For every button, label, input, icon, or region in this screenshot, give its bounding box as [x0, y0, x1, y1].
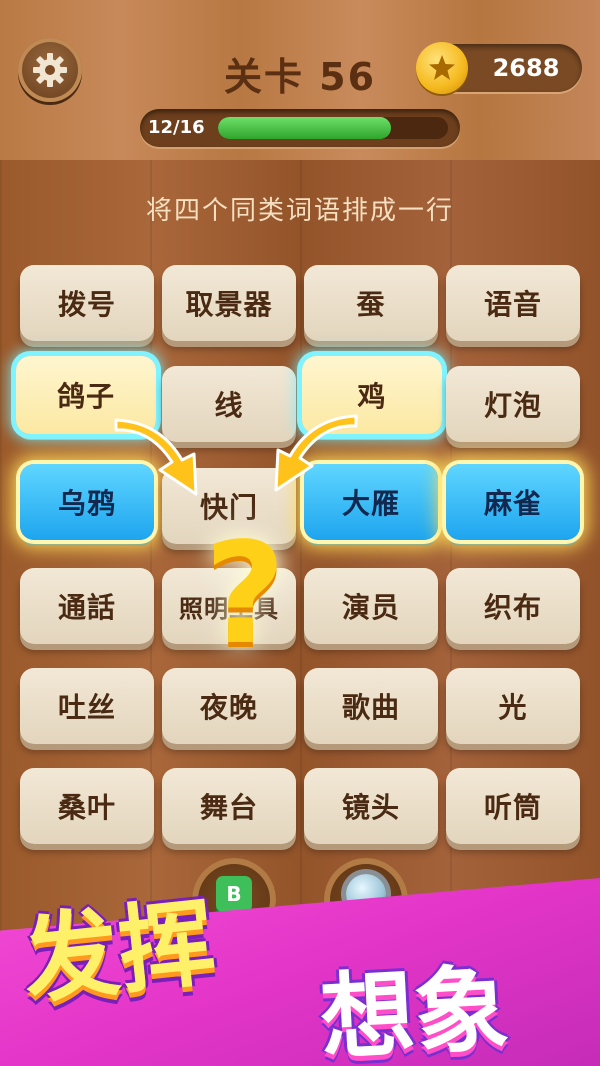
- letter-block-icon: B: [216, 876, 252, 912]
- progress-text: 12/16: [148, 117, 205, 138]
- word-tile[interactable]: 演员: [304, 568, 438, 644]
- word-tile[interactable]: 灯泡: [446, 366, 580, 442]
- guide-arrow-icon: [274, 414, 358, 492]
- coin-counter[interactable]: 2688: [416, 42, 582, 94]
- word-tile[interactable]: 语音: [446, 265, 580, 341]
- promo-text-left: 发挥: [17, 886, 221, 1018]
- progress-track: [218, 117, 448, 139]
- word-tile[interactable]: 通話: [20, 568, 154, 644]
- word-tile[interactable]: 拨号: [20, 265, 154, 341]
- word-tile[interactable]: 吐丝: [20, 668, 154, 744]
- instruction-text: 将四个同类词语排成一行: [145, 196, 454, 226]
- word-tile[interactable]: 光: [446, 668, 580, 744]
- word-tile-matched[interactable]: 麻雀: [446, 464, 580, 540]
- word-tile[interactable]: 舞台: [162, 768, 296, 844]
- level-progress: 12/16: [140, 109, 460, 147]
- word-tile[interactable]: 取景器: [162, 265, 296, 341]
- word-tile[interactable]: 歌曲: [304, 668, 438, 744]
- word-tile[interactable]: 夜晚: [162, 668, 296, 744]
- gear-icon: [33, 53, 67, 87]
- coin-count: 2688: [492, 54, 560, 82]
- level-title: 关卡 56: [223, 55, 377, 99]
- promo-text-right: 想象: [317, 955, 512, 1066]
- star-coin-icon: [416, 42, 468, 94]
- word-tile[interactable]: 桑叶: [20, 768, 154, 844]
- question-mark-icon: ?: [204, 513, 286, 676]
- progress-fill: [218, 117, 391, 139]
- word-tile[interactable]: 织布: [446, 568, 580, 644]
- settings-button[interactable]: [18, 38, 82, 102]
- word-tile[interactable]: 蚕: [304, 265, 438, 341]
- guide-arrow-icon: [114, 418, 198, 496]
- word-tile[interactable]: 镜头: [304, 768, 438, 844]
- word-tile[interactable]: 听筒: [446, 768, 580, 844]
